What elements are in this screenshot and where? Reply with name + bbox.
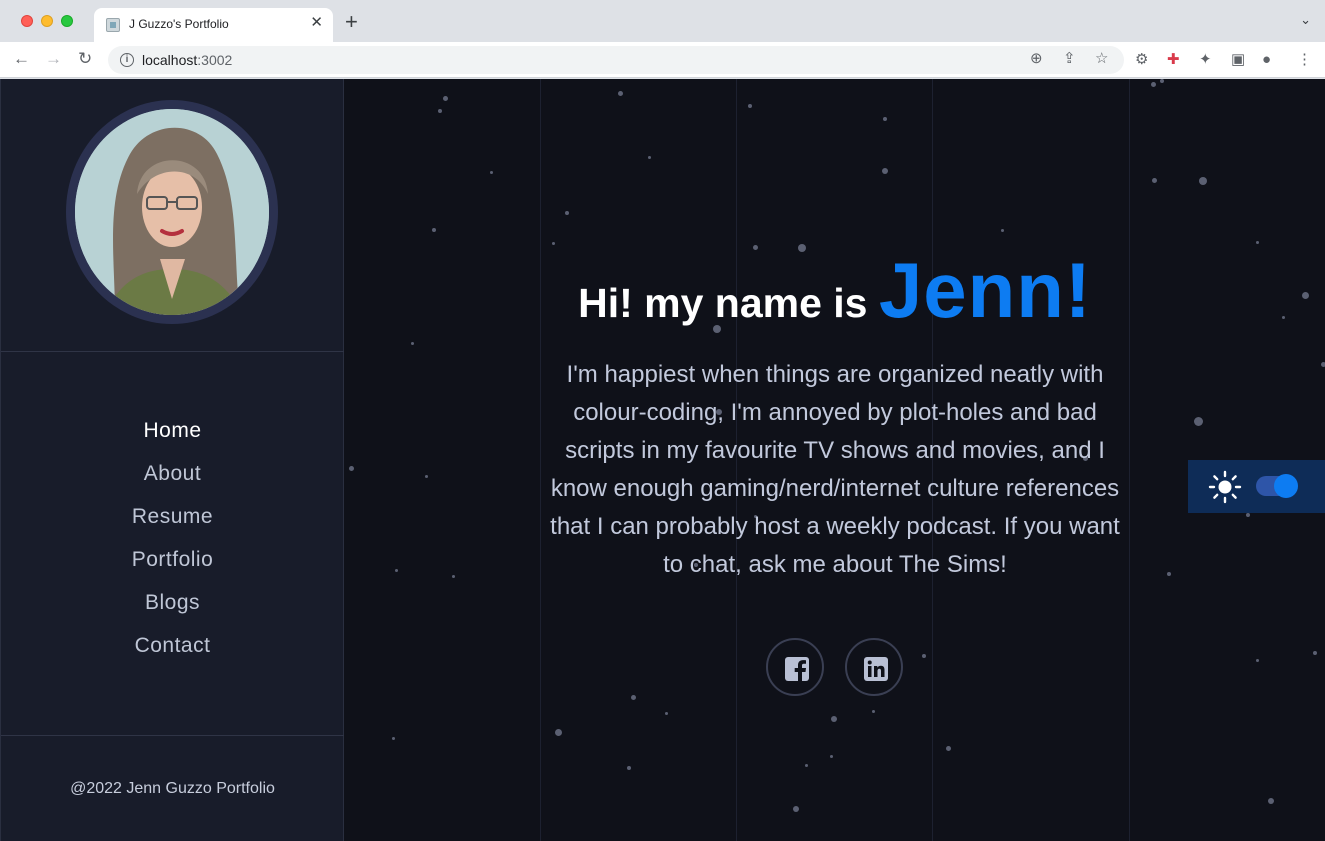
star	[425, 475, 428, 478]
star	[618, 91, 623, 96]
star	[1268, 798, 1274, 804]
nav-item-portfolio[interactable]: Portfolio	[1, 548, 344, 591]
facebook-icon	[785, 657, 809, 682]
star	[793, 806, 799, 812]
star	[1152, 178, 1157, 183]
tab-close-icon[interactable]: ✕	[310, 15, 323, 30]
maximize-window-button[interactable]	[61, 15, 73, 27]
star	[1256, 659, 1259, 662]
profile-avatar-icon[interactable]: ●	[1262, 52, 1271, 67]
star	[922, 654, 926, 658]
star	[565, 211, 569, 215]
greeting-text: Hi! my name is	[578, 280, 879, 326]
share-icon[interactable]: ⇪	[1063, 51, 1076, 66]
extensions-puzzle-icon[interactable]: ✦	[1199, 52, 1212, 67]
star	[627, 766, 631, 770]
favicon-icon	[106, 18, 120, 32]
extension-puzzle-red-icon[interactable]: ✚	[1167, 52, 1180, 67]
browser-titlebar: J Guzzo's Portfolio ✕ + ⌄	[0, 0, 1325, 42]
star	[665, 712, 668, 715]
hero: Hi! my name is Jenn! I'm happiest when t…	[540, 244, 1130, 584]
star	[1313, 651, 1317, 655]
star-icon[interactable]: ☆	[1095, 51, 1108, 66]
star	[1282, 316, 1285, 319]
star	[443, 96, 448, 101]
nav-item-resume[interactable]: Resume	[1, 505, 344, 548]
star	[631, 695, 636, 700]
star	[1167, 572, 1171, 576]
sun-icon	[1208, 470, 1242, 504]
star	[748, 104, 752, 108]
back-arrow-icon[interactable]: ←	[13, 50, 30, 67]
star	[946, 746, 951, 751]
nav-item-blogs[interactable]: Blogs	[1, 591, 344, 634]
star	[1321, 362, 1325, 367]
main-nav: Home About Resume Portfolio Blogs Contac…	[1, 419, 344, 677]
browser-tab[interactable]: J Guzzo's Portfolio ✕	[94, 8, 333, 42]
minimize-window-button[interactable]	[41, 15, 53, 27]
star	[872, 710, 875, 713]
info-icon[interactable]: i	[120, 53, 134, 67]
new-tab-icon[interactable]: +	[345, 11, 358, 33]
star	[831, 716, 837, 722]
toggle-knob	[1274, 474, 1298, 498]
sidebar-divider	[1, 735, 344, 736]
nav-item-home[interactable]: Home	[1, 419, 344, 462]
star	[1160, 79, 1164, 83]
star	[452, 575, 455, 578]
linkedin-link[interactable]	[845, 638, 903, 696]
star	[349, 466, 354, 471]
footer-copyright: @2022 Jenn Guzzo Portfolio	[70, 780, 275, 797]
hero-bio: I'm happiest when things are organized n…	[550, 360, 1120, 578]
browser-toolbar: ← → ↻ i localhost:3002 ⊕ ⇪ ☆ ⚙ ✚ ✦ ▣ ● ⋮	[0, 42, 1325, 78]
star	[432, 228, 436, 232]
tab-title: J Guzzo's Portfolio	[129, 17, 229, 31]
address-bar[interactable]: i localhost:3002 ⊕ ⇪ ☆	[108, 46, 1124, 74]
theme-toggle[interactable]	[1256, 474, 1298, 498]
facebook-link[interactable]	[766, 638, 824, 696]
star	[648, 156, 651, 159]
star	[555, 729, 562, 736]
sidebar: Home About Resume Portfolio Blogs Contac…	[0, 79, 344, 841]
side-panel-icon[interactable]: ▣	[1231, 52, 1245, 67]
star	[1302, 292, 1309, 299]
star	[1194, 417, 1203, 426]
hero-heading: Hi! my name is Jenn!	[540, 244, 1130, 338]
star	[882, 168, 888, 174]
nav-item-contact[interactable]: Contact	[1, 634, 344, 677]
star	[1199, 177, 1207, 185]
star	[395, 569, 398, 572]
star	[1256, 241, 1259, 244]
star	[805, 764, 808, 767]
star	[830, 755, 833, 758]
theme-switcher	[1188, 460, 1325, 513]
star	[438, 109, 442, 113]
extension-gear-icon[interactable]: ⚙	[1135, 52, 1148, 67]
avatar-frame	[66, 100, 278, 324]
forward-arrow-icon[interactable]: →	[45, 50, 62, 67]
url-text: localhost:3002	[142, 52, 233, 68]
nav-item-about[interactable]: About	[1, 462, 344, 505]
star	[392, 737, 395, 740]
hero-name: Jenn!	[878, 246, 1092, 334]
close-window-button[interactable]	[21, 15, 33, 27]
sidebar-divider	[1, 351, 344, 352]
avatar	[75, 109, 269, 315]
reload-icon[interactable]: ↻	[78, 50, 92, 67]
star	[1001, 229, 1004, 232]
more-menu-icon[interactable]: ⋮	[1297, 52, 1312, 67]
zoom-icon[interactable]: ⊕	[1030, 51, 1043, 66]
star	[490, 171, 493, 174]
star	[1151, 82, 1156, 87]
star	[1246, 513, 1250, 517]
page: Home About Resume Portfolio Blogs Contac…	[0, 79, 1325, 841]
linkedin-icon	[864, 657, 888, 681]
star	[411, 342, 414, 345]
chevron-down-icon[interactable]: ⌄	[1300, 12, 1311, 28]
star	[883, 117, 887, 121]
